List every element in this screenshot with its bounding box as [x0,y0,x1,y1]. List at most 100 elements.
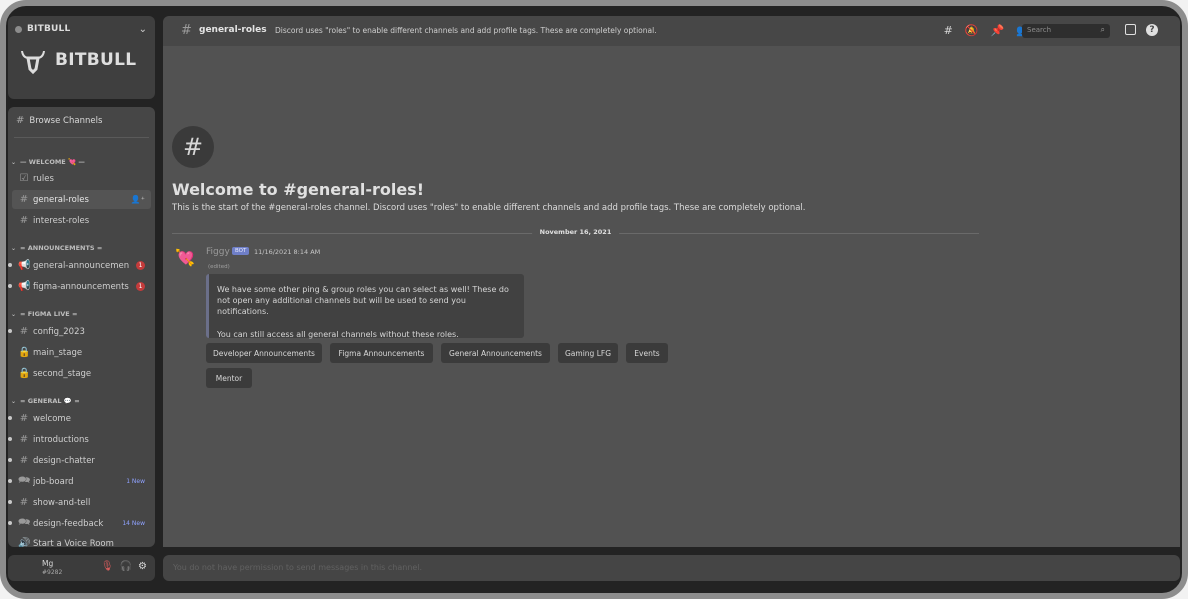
category-label: = GENERAL 💬 = [20,397,80,405]
category-figma-live[interactable]: ⌄ = FIGMA LIVE = [11,310,77,318]
category-general[interactable]: ⌄ = GENERAL 💬 = [11,397,80,405]
category-announcements[interactable]: ⌄ = ANNOUNCEMENTS = [11,244,102,252]
hash-icon: # [181,23,192,38]
server-logo-text: BITBULL [55,50,137,70]
browse-channels-label: Browse Channels [29,115,103,126]
channel-name: job-board [33,476,74,487]
category-label: = FIGMA LIVE = [20,310,78,318]
chevron-down-icon: ⌄ [11,244,17,252]
forum-icon: 🗪 [18,517,31,528]
channel-second-stage[interactable]: 🔒 second_stage [12,364,151,383]
message-timestamp: 11/16/2021 8:14 AM [254,248,321,256]
notification-mute-icon[interactable]: 🔕 [965,24,979,37]
threads-hash-icon: # [19,455,29,466]
unread-dot [8,437,12,441]
hash-icon: # [19,497,29,508]
new-posts-tag: 14 New [122,520,145,527]
composer-placeholder: You do not have permission to send messa… [173,563,423,572]
hash-icon: # [19,413,29,424]
browse-channels-button[interactable]: # Browse Channels [16,115,102,126]
server-name: BITBULL [27,24,71,34]
channel-config-2023[interactable]: # config_2023 [8,322,151,341]
channel-introductions[interactable]: # introductions [8,430,151,449]
message-author[interactable]: Figgy [206,247,230,257]
channel-name: Start a Voice Room [33,538,114,548]
server-status-dot [15,25,22,33]
heart-avatar-icon[interactable]: 💘 [175,248,195,267]
chevron-down-icon: ⌄ [11,310,17,318]
user-discriminator: #9282 [42,569,63,576]
channel-job-board[interactable]: 🗪 job-board 1 New [8,472,151,491]
unread-dot [8,500,12,504]
channel-main-stage[interactable]: 🔒 main_stage [12,343,151,362]
channel-header: # general-roles Discord uses "roles" to … [163,16,1180,46]
unread-dot [8,263,12,267]
mic-muted-icon[interactable]: 🎙 [101,561,114,572]
channel-name: second_stage [33,368,92,379]
channel-general-roles[interactable]: # general-roles 👤⁺ [12,190,151,209]
channel-name: interest-roles [33,215,90,226]
megaphone-icon: 📢 [18,260,31,271]
forum-icon: 🗪 [18,475,31,486]
add-user-icon[interactable]: 👤⁺ [131,195,145,204]
pin-icon[interactable]: 📌 [991,24,1005,37]
welcome-subtitle: This is the start of the #general-roles … [172,203,806,213]
sidebar-divider [14,137,149,138]
server-title-row[interactable]: BITBULL ⌄ [15,23,147,35]
headphones-icon[interactable]: 🎧 [120,561,132,572]
welcome-title: Welcome to #general-roles! [172,180,424,199]
unread-dot [8,521,12,525]
role-button-events[interactable]: Events [626,343,668,363]
role-button-developer-announcements[interactable]: Developer Announcements [206,343,322,363]
channel-name: config_2023 [33,326,85,337]
channel-sidebar: # Browse Channels ⌄ — WELCOME 💘 — ☑ rule… [8,107,155,547]
category-label: = ANNOUNCEMENTS = [20,244,103,252]
channel-topic[interactable]: Discord uses "roles" to enable different… [275,26,657,35]
gear-icon[interactable]: ⚙ [138,561,147,572]
hash-icon: # [19,326,29,337]
inbox-icon[interactable] [1125,24,1136,35]
role-button-general-announcements[interactable]: General Announcements [441,343,550,363]
app-window: BITBULL ⌄ BITBULL # Browse Channels ⌄ — … [0,0,1188,599]
new-posts-tag: 1 New [126,478,145,485]
search-placeholder: Search [1027,26,1052,34]
channel-design-chatter[interactable]: # design-chatter [8,451,151,470]
channel-show-and-tell[interactable]: # show-and-tell [8,493,151,512]
date-divider: November 16, 2021 [172,228,979,238]
edited-label: (edited) [208,264,230,270]
bot-tag: BOT [232,247,250,255]
channel-name: rules [33,173,54,184]
threads-icon[interactable]: # [944,24,953,37]
unread-dot [8,458,12,462]
hash-icon: # [19,215,29,226]
browse-channels-icon: # [16,115,25,126]
channel-name: design-chatter [33,455,95,466]
unread-dot [8,479,12,483]
channel-figma-announcements[interactable]: 📢 figma-announcements 1 [8,277,151,296]
category-welcome[interactable]: ⌄ — WELCOME 💘 — [11,158,85,166]
message-area: # Welcome to #general-roles! This is the… [163,46,1180,547]
role-button-mentor[interactable]: Mentor [206,368,252,388]
chevron-down-icon: ⌄ [11,158,17,166]
search-input[interactable]: Search ⌕ [1022,24,1110,38]
unread-dot [8,284,12,288]
start-voice-room-button[interactable]: 🔊 Start a Voice Room [12,534,151,547]
channel-interest-roles[interactable]: # interest-roles [12,211,151,230]
role-button-gaming-lfg[interactable]: Gaming LFG [558,343,618,363]
hash-icon: # [172,126,214,168]
channel-name: main_stage [33,347,83,358]
date-label: November 16, 2021 [531,228,620,236]
server-header[interactable]: BITBULL ⌄ BITBULL [8,16,155,99]
channel-name: introductions [33,434,89,445]
help-icon[interactable]: ? [1146,24,1158,36]
chevron-down-icon[interactable]: ⌄ [139,24,147,35]
channel-design-feedback[interactable]: 🗪 design-feedback 14 New [8,514,151,533]
lock-icon: 🔒 [18,368,31,379]
channel-welcome[interactable]: # welcome [8,409,151,428]
user-panel: Mg #9282 🎙 🎧 ⚙ [8,555,155,581]
role-button-figma-announcements[interactable]: Figma Announcements [330,343,433,363]
bull-logo-icon [21,51,45,75]
username: Mg [42,559,54,568]
channel-rules[interactable]: ☑ rules [12,169,151,188]
channel-general-announcements[interactable]: 📢 general-announcemen 1 [8,256,151,275]
